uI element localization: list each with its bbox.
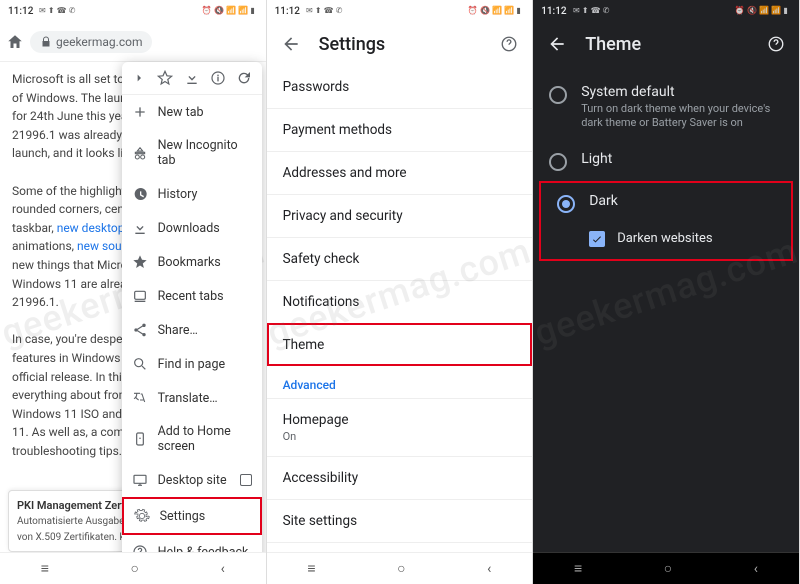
status-icons-left: ✉ ⬆ ☎ ✆ (573, 7, 609, 16)
info-icon[interactable] (210, 70, 226, 86)
phone-2-settings: 11:12 ✉ ⬆ ☎ ✆ ⏰ 🔇 📶 📶 ▮ Settings Passwor… (267, 0, 534, 584)
nav-recent-icon[interactable]: ≡ (574, 560, 582, 577)
nav-home-icon[interactable]: ○ (397, 560, 405, 577)
status-icons-left: ✉ ⬆ ☎ ✆ (39, 7, 75, 16)
menu-incognito[interactable]: New Incognito tab (122, 129, 262, 177)
star-icon[interactable] (157, 70, 173, 86)
nav-recent-icon[interactable]: ≡ (41, 560, 49, 577)
menu-translate[interactable]: Translate… (122, 381, 262, 415)
lock-icon (40, 36, 52, 48)
forward-icon[interactable] (131, 70, 147, 86)
menu-settings[interactable]: Settings (122, 497, 262, 535)
row-accessibility[interactable]: Accessibility (267, 456, 533, 499)
menu-add-home[interactable]: Add to Home screen (122, 415, 262, 463)
phone-3-theme: 11:12 ✉ ⬆ ☎ ✆ ⏰ 🔇 📶 📶 ▮ Theme System def… (533, 0, 800, 584)
menu-top-row (122, 62, 262, 95)
android-navbar: ≡ ○ ‹ (267, 552, 533, 584)
status-time: 11:12 (8, 6, 33, 17)
row-payment[interactable]: Payment methods (267, 108, 533, 151)
status-bar: 11:12 ✉ ⬆ ☎ ✆ ⏰ 🔇 📶 📶 ▮ (0, 0, 266, 22)
option-dark[interactable]: Dark (541, 183, 791, 223)
menu-recent-tabs[interactable]: Recent tabs (122, 279, 262, 313)
radio-icon (549, 153, 567, 171)
menu-new-tab[interactable]: New tab (122, 95, 262, 129)
status-time: 11:12 (541, 6, 566, 17)
reload-icon[interactable] (236, 70, 252, 86)
nav-home-icon[interactable]: ○ (131, 560, 139, 577)
status-icons-right: ⏰ 🔇 📶 📶 ▮ (468, 7, 521, 16)
menu-history[interactable]: History (122, 177, 262, 211)
menu-desktop-site[interactable]: Desktop site (122, 463, 262, 497)
row-site-settings[interactable]: Site settings (267, 499, 533, 542)
row-safety[interactable]: Safety check (267, 237, 533, 280)
back-icon[interactable] (281, 34, 301, 54)
option-system-default[interactable]: System default Turn on dark theme when y… (533, 74, 799, 141)
nav-back-icon[interactable]: ‹ (754, 561, 758, 577)
phone-1-chrome-menu: 11:12 ✉ ⬆ ☎ ✆ ⏰ 🔇 📶 📶 ▮ geekermag.com Mi… (0, 0, 267, 584)
nav-recent-icon[interactable]: ≡ (307, 560, 315, 577)
menu-find-in-page[interactable]: Find in page (122, 347, 262, 381)
radio-icon (549, 86, 567, 104)
row-languages[interactable]: Languages (267, 542, 533, 552)
radio-selected-icon (557, 195, 575, 213)
settings-title: Settings (319, 34, 386, 55)
row-notifications[interactable]: Notifications (267, 280, 533, 323)
highlight-dark-block: Dark Darken websites (539, 181, 793, 261)
omnibox-row: geekermag.com (0, 22, 266, 62)
chrome-overflow-menu: New tab New Incognito tab History Downlo… (122, 62, 262, 552)
option-light[interactable]: Light (533, 141, 799, 181)
theme-options: System default Turn on dark theme when y… (533, 66, 799, 552)
menu-downloads[interactable]: Downloads (122, 211, 262, 245)
row-theme[interactable]: Theme (267, 323, 533, 366)
status-icons-left: ✉ ⬆ ☎ ✆ (306, 7, 342, 16)
nav-home-icon[interactable]: ○ (664, 560, 672, 577)
nav-back-icon[interactable]: ‹ (221, 561, 225, 577)
status-time: 11:12 (275, 6, 300, 17)
url-chip[interactable]: geekermag.com (30, 31, 152, 53)
settings-header: Settings (267, 22, 533, 66)
row-addresses[interactable]: Addresses and more (267, 151, 533, 194)
section-advanced: Advanced (267, 366, 533, 398)
status-bar: 11:12 ✉ ⬆ ☎ ✆ ⏰ 🔇 📶 📶 ▮ (267, 0, 533, 22)
download-icon[interactable] (184, 70, 200, 86)
help-icon[interactable] (500, 35, 518, 53)
home-icon[interactable] (6, 33, 24, 51)
menu-bookmarks[interactable]: Bookmarks (122, 245, 262, 279)
android-navbar: ≡ ○ ‹ (533, 552, 799, 584)
status-icons-right: ⏰ 🔇 📶 📶 ▮ (735, 7, 788, 16)
row-homepage[interactable]: Homepage On (267, 398, 533, 456)
android-navbar: ≡ ○ ‹ (0, 552, 266, 584)
row-passwords[interactable]: Passwords (267, 66, 533, 108)
theme-title: Theme (585, 34, 641, 55)
desktop-site-checkbox[interactable] (240, 474, 252, 486)
url-host: geekermag.com (56, 35, 142, 49)
settings-list: Passwords Payment methods Addresses and … (267, 66, 533, 552)
option-darken-websites[interactable]: Darken websites (541, 223, 791, 259)
checkbox-checked-icon (589, 231, 605, 247)
theme-header: Theme (533, 22, 799, 66)
back-icon[interactable] (547, 34, 567, 54)
help-icon[interactable] (767, 35, 785, 53)
menu-share[interactable]: Share… (122, 313, 262, 347)
status-bar: 11:12 ✉ ⬆ ☎ ✆ ⏰ 🔇 📶 📶 ▮ (533, 0, 799, 22)
row-privacy[interactable]: Privacy and security (267, 194, 533, 237)
nav-back-icon[interactable]: ‹ (487, 561, 491, 577)
menu-help[interactable]: Help & feedback (122, 535, 262, 552)
status-icons-right: ⏰ 🔇 📶 📶 ▮ (202, 7, 255, 16)
